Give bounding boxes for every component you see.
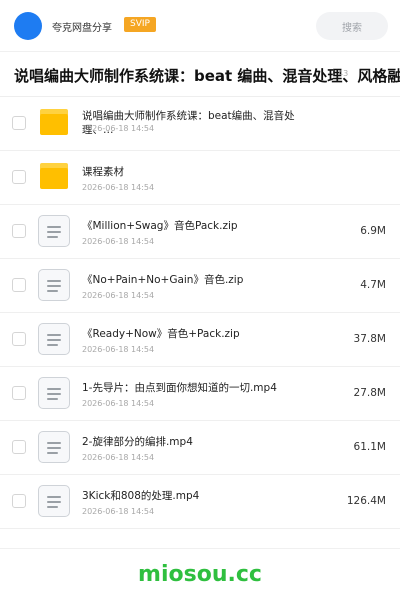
list-item[interactable]: 《Ready+Now》音色+Pack.zip 2026-06-18 14:54 … <box>0 313 400 367</box>
document-icon <box>38 431 70 463</box>
file-date: 2026-06-18 14:54 <box>82 345 155 354</box>
checkbox[interactable] <box>12 386 26 400</box>
file-name: 3Kick和808的处理.mp4 <box>82 490 200 502</box>
file-name: 1-先导片：由点到面你想知道的一切.mp4 <box>82 382 277 394</box>
file-size: 27.8M <box>353 387 386 399</box>
list-item[interactable]: 1-先导片：由点到面你想知道的一切.mp4 2026-06-18 14:54 2… <box>0 367 400 421</box>
document-icon <box>38 269 70 301</box>
title-count: 43 <box>338 69 349 78</box>
folder-icon <box>38 107 70 139</box>
file-date: 2026-06-18 14:54 <box>82 291 155 300</box>
list-item[interactable]: 2-旋律部分的编排.mp4 2026-06-18 14:54 61.1M <box>0 421 400 475</box>
file-date: 2026-06-18 14:54 <box>82 124 155 133</box>
list-item[interactable]: 课程素材 2026-06-18 14:54 <box>0 151 400 205</box>
top-bar: 夸克网盘分享 SVIP 搜索 <box>0 0 400 52</box>
footer-divider <box>0 548 400 549</box>
list-item[interactable]: 《No+Pain+No+Gain》音色.zip 2026-06-18 14:54… <box>0 259 400 313</box>
title-row: 说唱编曲大师制作系统课：beat 编曲、混音处理、风格融合 43 <box>0 53 400 97</box>
file-size: 126.4M <box>346 495 386 507</box>
list-item[interactable]: 《Million+Swag》音色Pack.zip 2026-06-18 14:5… <box>0 205 400 259</box>
checkbox[interactable] <box>12 494 26 508</box>
file-size: 37.8M <box>353 333 386 345</box>
checkbox[interactable] <box>12 170 26 184</box>
file-size: 4.7M <box>360 279 386 291</box>
folder-icon <box>38 161 70 193</box>
search-button[interactable]: 搜索 <box>316 12 388 40</box>
checkbox[interactable] <box>12 224 26 238</box>
file-size: 61.1M <box>353 441 386 453</box>
file-size: 6.9M <box>360 225 386 237</box>
list-item[interactable]: 说唱编曲大师制作系统课：beat编曲、混音处理、… 2026-06-18 14:… <box>0 97 400 151</box>
file-name: 《Ready+Now》音色+Pack.zip <box>82 328 240 340</box>
checkbox[interactable] <box>12 440 26 454</box>
file-date: 2026-06-18 14:54 <box>82 399 155 408</box>
document-icon <box>38 323 70 355</box>
file-name: 课程素材 <box>82 166 124 178</box>
file-date: 2026-06-18 14:54 <box>82 237 155 246</box>
file-date: 2026-06-18 14:54 <box>82 507 155 516</box>
share-source-name: 夸克网盘分享 <box>52 23 112 34</box>
checkbox[interactable] <box>12 332 26 346</box>
file-name: 《Million+Swag》音色Pack.zip <box>82 220 238 232</box>
watermark: miosou.cc <box>138 562 262 587</box>
file-name: 2-旋律部分的编排.mp4 <box>82 436 193 448</box>
avatar[interactable] <box>14 12 42 40</box>
file-date: 2026-06-18 14:54 <box>82 183 155 192</box>
svip-badge: SVIP <box>124 17 156 32</box>
checkbox[interactable] <box>12 278 26 292</box>
document-icon <box>38 485 70 517</box>
document-icon <box>38 215 70 247</box>
file-list: 说唱编曲大师制作系统课：beat编曲、混音处理、… 2026-06-18 14:… <box>0 97 400 529</box>
list-item[interactable]: 3Kick和808的处理.mp4 2026-06-18 14:54 126.4M <box>0 475 400 529</box>
file-name: 《No+Pain+No+Gain》音色.zip <box>82 274 244 286</box>
document-icon <box>38 377 70 409</box>
file-date: 2026-06-18 14:54 <box>82 453 155 462</box>
checkbox[interactable] <box>12 116 26 130</box>
